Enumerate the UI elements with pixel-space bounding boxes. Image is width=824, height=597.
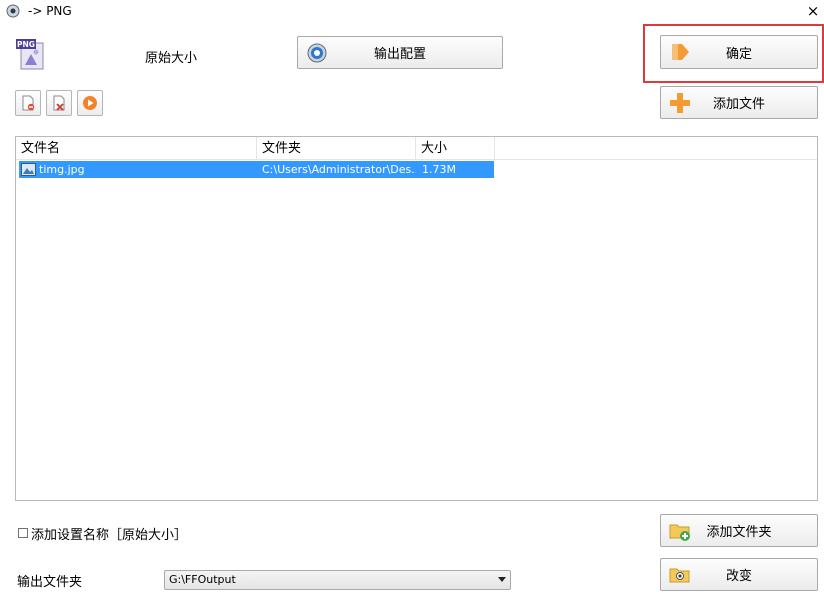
- output-size-label: 原始大小: [145, 51, 198, 66]
- add-folder-label: 添加文件夹: [706, 525, 772, 540]
- remove-file-icon: [22, 95, 35, 111]
- output-folder-select[interactable]: G:\FFOutput: [164, 570, 511, 590]
- output-folder-label: 输出文件夹: [17, 575, 83, 590]
- add-file-button[interactable]: 添加文件: [660, 86, 818, 119]
- add-setting-name-checkbox[interactable]: [18, 528, 28, 538]
- row-folder: C:\Users\Administrator\Des...: [262, 163, 416, 176]
- output-config-label: 输出配置: [373, 47, 426, 62]
- file-list[interactable]: 文件名 文件夹 大小 timg.jpg C:\Users\Administrat…: [15, 136, 818, 501]
- close-button[interactable]: ×: [804, 2, 822, 20]
- window-title: -> PNG: [28, 4, 72, 18]
- add-folder-button[interactable]: 添加文件夹: [660, 514, 818, 547]
- row-size: 1.73M: [422, 163, 456, 176]
- table-row[interactable]: timg.jpg C:\Users\Administrator\Des... 1…: [19, 161, 494, 178]
- remove-file-button[interactable]: [15, 90, 41, 116]
- add-file-label: 添加文件: [712, 97, 765, 112]
- column-filename[interactable]: 文件名: [16, 137, 257, 160]
- row-filename: timg.jpg: [39, 163, 85, 176]
- play-icon: [83, 96, 97, 110]
- output-folder-value: G:\FFOutput: [169, 573, 236, 586]
- clear-list-icon: [53, 95, 65, 111]
- column-size[interactable]: 大小: [416, 137, 495, 160]
- png-format-text: PNG: [17, 40, 35, 49]
- app-icon: [6, 4, 20, 18]
- ok-button[interactable]: 确定: [660, 35, 818, 69]
- change-button[interactable]: 改变: [660, 558, 818, 591]
- column-folder[interactable]: 文件夹: [257, 137, 416, 160]
- output-config-button[interactable]: 输出配置: [297, 36, 503, 69]
- start-button[interactable]: [77, 90, 103, 116]
- png-format-icon: PNG: [16, 39, 44, 70]
- add-setting-name-label[interactable]: 添加设置名称［原始大小］: [31, 524, 187, 543]
- ok-label: 确定: [725, 46, 752, 62]
- change-label: 改变: [725, 569, 752, 584]
- clear-list-button[interactable]: [46, 90, 72, 116]
- image-file-icon: [21, 163, 36, 176]
- chevron-down-icon[interactable]: [498, 577, 506, 582]
- file-list-header: 文件名 文件夹 大小: [16, 137, 817, 160]
